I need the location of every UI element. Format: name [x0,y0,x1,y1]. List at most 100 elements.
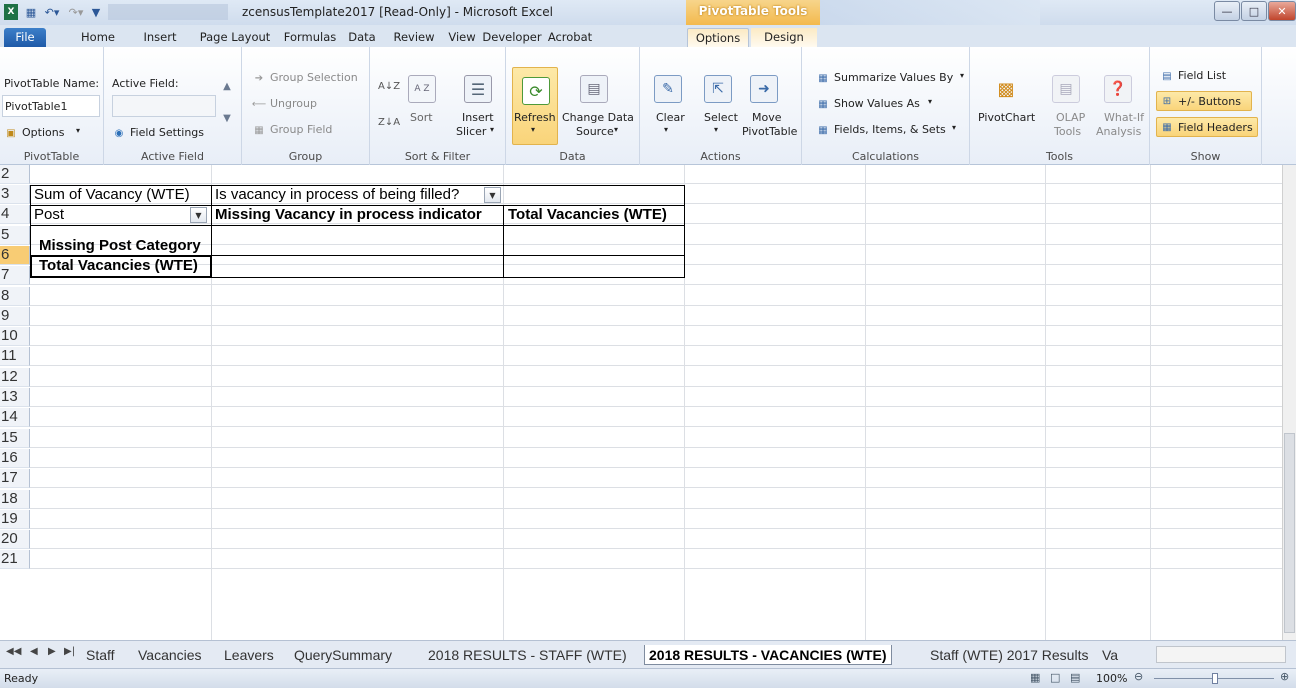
row-header-18[interactable]: 18 [0,489,30,509]
redo-icon[interactable]: ↷▾ [66,4,86,20]
pivot-col-header-total[interactable]: Total Vacancies (WTE) [505,205,685,225]
tab-developer[interactable]: Developer [482,28,542,47]
olap-label-1[interactable]: OLAP [1056,111,1085,124]
show-values-dropdown-icon[interactable]: ▾ [928,97,932,106]
refresh-button[interactable]: Refresh [514,111,556,124]
row-header-7[interactable]: 7 [0,266,30,286]
grid-row[interactable] [30,165,1282,184]
grid-row[interactable] [30,550,1282,570]
row-header-3[interactable]: 3 [0,185,30,204]
change-data-label-2[interactable]: Source [576,125,614,138]
first-sheet-icon[interactable]: ◀◀ [6,646,21,657]
active-field-input[interactable] [112,95,216,117]
field-settings-button[interactable]: Field Settings [130,126,204,139]
row-header-13[interactable]: 13 [0,388,30,407]
tab-data[interactable]: Data [342,28,382,47]
grid-row[interactable] [30,388,1282,407]
row-header-4[interactable]: 4 [0,205,30,225]
zoom-level[interactable]: 100% [1096,672,1127,685]
pivot-col-header-missing[interactable]: Missing Vacancy in process indicator [212,205,503,225]
clear-button[interactable]: Clear [656,111,685,124]
zoom-in-icon[interactable]: ⊕ [1280,670,1289,683]
tab-options[interactable]: Options [687,28,749,47]
sheet-tab-vacancies-results[interactable]: 2018 RESULTS - VACANCIES (WTE) [644,645,892,665]
row-header-20[interactable]: 20 [0,530,30,550]
row-header-17[interactable]: 17 [0,469,30,489]
grid-row[interactable] [30,347,1282,367]
grid-row[interactable] [30,408,1282,428]
save-icon[interactable]: ▦ [24,4,38,20]
worksheet-grid[interactable]: 2 3 4 5 6 7 8 9 10 11 12 13 14 15 16 17 18 19 20 21 Sum of … [0,165,1296,640]
options-dropdown-icon[interactable]: ▾ [76,126,80,135]
grid-row[interactable] [30,429,1282,448]
vertical-scrollbar[interactable] [1282,165,1296,640]
row-header-10[interactable]: 10 [0,327,30,347]
sheet-tab-staff-2017[interactable]: Staff (WTE) 2017 Results [930,645,1088,665]
clear-dropdown-icon[interactable]: ▾ [664,125,668,134]
select-button[interactable]: Select [704,111,738,124]
tab-design[interactable]: Design [751,28,817,47]
zoom-slider-thumb[interactable] [1212,673,1218,684]
pivot-row-field[interactable]: Post [31,205,181,225]
row-header-11[interactable]: 11 [0,347,30,367]
view-normal-icon[interactable]: ▦ [1030,671,1040,684]
horizontal-scrollbar[interactable] [1156,646,1286,663]
minimize-button[interactable]: — [1214,1,1240,21]
field-list-button[interactable]: Field List [1178,69,1226,82]
row-header-8[interactable]: 8 [0,286,30,306]
field-headers-toggle[interactable]: Field Headers [1178,121,1253,134]
summarize-dropdown-icon[interactable]: ▾ [960,71,964,80]
tab-page-layout[interactable]: Page Layout [196,28,274,47]
summarize-values-button[interactable]: Summarize Values By [834,71,953,84]
prev-sheet-icon[interactable]: ◀ [30,646,38,657]
sheet-tab-va[interactable]: Va [1102,645,1118,665]
row-header-2[interactable]: 2 [0,165,30,184]
row-header-5[interactable]: 5 [0,225,30,245]
customize-qat-icon[interactable]: ▼ [90,4,102,20]
fields-items-dropdown-icon[interactable]: ▾ [952,123,956,132]
tab-review[interactable]: Review [388,28,440,47]
olap-label-2[interactable]: Tools [1054,125,1081,138]
insert-slicer-label-2[interactable]: Slicer [456,125,486,138]
plus-minus-buttons-toggle[interactable]: +/- Buttons [1178,95,1241,108]
collapse-field-icon[interactable]: ▼ [220,111,234,125]
grid-row[interactable] [30,368,1282,387]
options-button[interactable]: Options [22,126,64,139]
view-page-layout-icon[interactable]: □ [1050,671,1060,684]
move-pivottable-label-1[interactable]: Move [752,111,782,124]
insert-slicer-label-1[interactable]: Insert [462,111,494,124]
sort-az-icon[interactable]: A↓Z [378,81,400,92]
change-data-label-1[interactable]: Change Data [562,111,634,124]
zoom-out-icon[interactable]: ⊖ [1134,670,1143,683]
show-values-as-button[interactable]: Show Values As [834,97,920,110]
grid-row[interactable] [30,327,1282,347]
grid-row[interactable] [30,530,1282,550]
sheet-tab-vacancies[interactable]: Vacancies [138,645,202,665]
pivot-value-field[interactable]: Sum of Vacancy (WTE) [31,185,211,205]
undo-icon[interactable]: ↶▾ [42,4,62,20]
last-sheet-icon[interactable]: ▶| [64,646,75,657]
row-header-16[interactable]: 16 [0,448,30,468]
tab-view[interactable]: View [442,28,482,47]
grid-row[interactable] [30,490,1282,509]
row-header-9[interactable]: 9 [0,306,30,326]
what-if-label-1[interactable]: What-If [1104,111,1144,124]
row-header-19[interactable]: 19 [0,509,30,529]
row-filter-dropdown-icon[interactable]: ▼ [190,207,207,223]
sheet-tab-leavers[interactable]: Leavers [224,645,274,665]
sheet-tab-querysummary[interactable]: QuerySummary [294,645,392,665]
pivottable-name-input[interactable]: PivotTable1 [2,95,100,117]
tab-home[interactable]: Home [74,28,122,47]
pivotchart-button[interactable]: PivotChart [978,111,1035,124]
grid-row[interactable] [30,469,1282,489]
sheet-tab-staff[interactable]: Staff [86,645,115,665]
next-sheet-icon[interactable]: ▶ [48,646,56,657]
tab-formulas[interactable]: Formulas [280,28,340,47]
grid-row[interactable] [30,307,1282,326]
ungroup-button[interactable]: Ungroup [270,97,317,110]
pivot-column-field[interactable]: Is vacancy in process of being filled? [212,185,482,205]
fields-items-sets-button[interactable]: Fields, Items, & Sets [834,123,946,136]
group-field-button[interactable]: Group Field [270,123,332,136]
sort-za-icon[interactable]: Z↓A [378,117,400,128]
grid-row[interactable] [30,510,1282,529]
